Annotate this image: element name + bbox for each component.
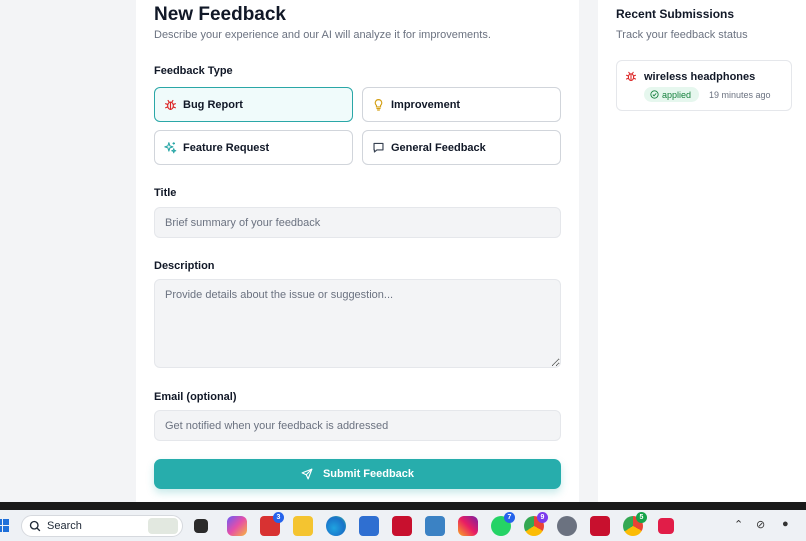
type-bug-report-label: Bug Report: [183, 98, 243, 111]
recent-submissions-subtitle: Track your feedback status: [616, 29, 748, 41]
type-feature-request-button[interactable]: Feature Request: [154, 130, 353, 165]
start-button[interactable]: [0, 516, 10, 536]
instagram-icon[interactable]: [458, 516, 478, 536]
taskbar-search[interactable]: Search: [21, 515, 183, 537]
edge-icon[interactable]: [326, 516, 346, 536]
whatsapp-badge: 7: [504, 512, 515, 523]
bug-icon: [165, 99, 176, 110]
taskbar-divider: [0, 502, 806, 510]
type-bug-report-button[interactable]: Bug Report: [154, 87, 353, 122]
submit-feedback-label: Submit Feedback: [322, 468, 415, 480]
type-general-feedback-button[interactable]: General Feedback: [362, 130, 561, 165]
recent-submissions-title: Recent Submissions: [616, 7, 735, 21]
store-icon[interactable]: [359, 516, 379, 536]
submission-card[interactable]: wireless headphones applied 19 minutes a…: [616, 60, 792, 111]
windows-taskbar: Search 3 7 9 5 ⌃ ⊘ ●: [0, 510, 806, 541]
chrome-active-icon[interactable]: 5: [623, 512, 647, 536]
feedback-form-card: New Feedback Describe your experience an…: [136, 0, 579, 502]
type-improvement-label: Improvement: [391, 98, 461, 111]
bug-icon: [625, 71, 637, 82]
type-improvement-button[interactable]: Improvement: [362, 87, 561, 122]
network-off-icon[interactable]: ⊘: [756, 518, 765, 531]
page-title: New Feedback: [154, 4, 286, 25]
feedback-type-label: Feedback Type: [154, 65, 233, 77]
status-badge: applied: [644, 87, 700, 102]
copilot-icon[interactable]: [227, 516, 247, 536]
description-textarea[interactable]: [154, 279, 561, 368]
whatsapp-icon[interactable]: 7: [491, 512, 515, 536]
description-label: Description: [154, 260, 215, 272]
l-app-icon[interactable]: 3: [260, 512, 284, 536]
lightbulb-icon: [374, 99, 383, 111]
check-circle-icon: [650, 90, 659, 99]
task-view-icon[interactable]: [194, 519, 208, 533]
title-label: Title: [154, 187, 177, 199]
email-input[interactable]: [154, 410, 561, 441]
status-badge-label: applied: [662, 89, 692, 100]
search-icon: [29, 520, 41, 532]
type-feature-request-label: Feature Request: [183, 141, 270, 154]
outlook-icon[interactable]: [425, 516, 445, 536]
search-highlight-icon: [148, 518, 178, 534]
mcafee-icon[interactable]: [392, 516, 412, 536]
chrome-badge-b: 5: [636, 512, 647, 523]
windows-logo-icon: [0, 519, 9, 532]
chevron-up-icon[interactable]: ⌃: [734, 518, 743, 531]
email-label: Email (optional): [154, 391, 237, 403]
title-input[interactable]: [154, 207, 561, 238]
page-subtitle: Describe your experience and our AI will…: [154, 29, 491, 41]
message-square-icon: [373, 142, 384, 153]
settings-gear-icon[interactable]: [557, 516, 577, 536]
type-general-feedback-label: General Feedback: [391, 141, 486, 154]
send-icon: [301, 468, 313, 480]
chrome-badge-a: 9: [537, 512, 548, 523]
snipping-tool-icon[interactable]: [658, 518, 674, 534]
microphone-icon[interactable]: ●: [782, 518, 789, 530]
sparkles-icon: [164, 142, 177, 154]
chrome-icon[interactable]: 9: [524, 512, 548, 536]
submission-time: 19 minutes ago: [709, 90, 771, 100]
file-explorer-icon[interactable]: [293, 516, 313, 536]
taskbar-search-label: Search: [47, 520, 82, 532]
submission-title: wireless headphones: [644, 71, 756, 83]
mcafee-shield-icon[interactable]: [590, 516, 610, 536]
submit-feedback-button[interactable]: Submit Feedback: [154, 459, 561, 489]
recent-submissions-panel: Recent Submissions Track your feedback s…: [598, 0, 806, 502]
l-app-badge: 3: [273, 512, 284, 523]
app-window: New Feedback Describe your experience an…: [0, 0, 806, 502]
